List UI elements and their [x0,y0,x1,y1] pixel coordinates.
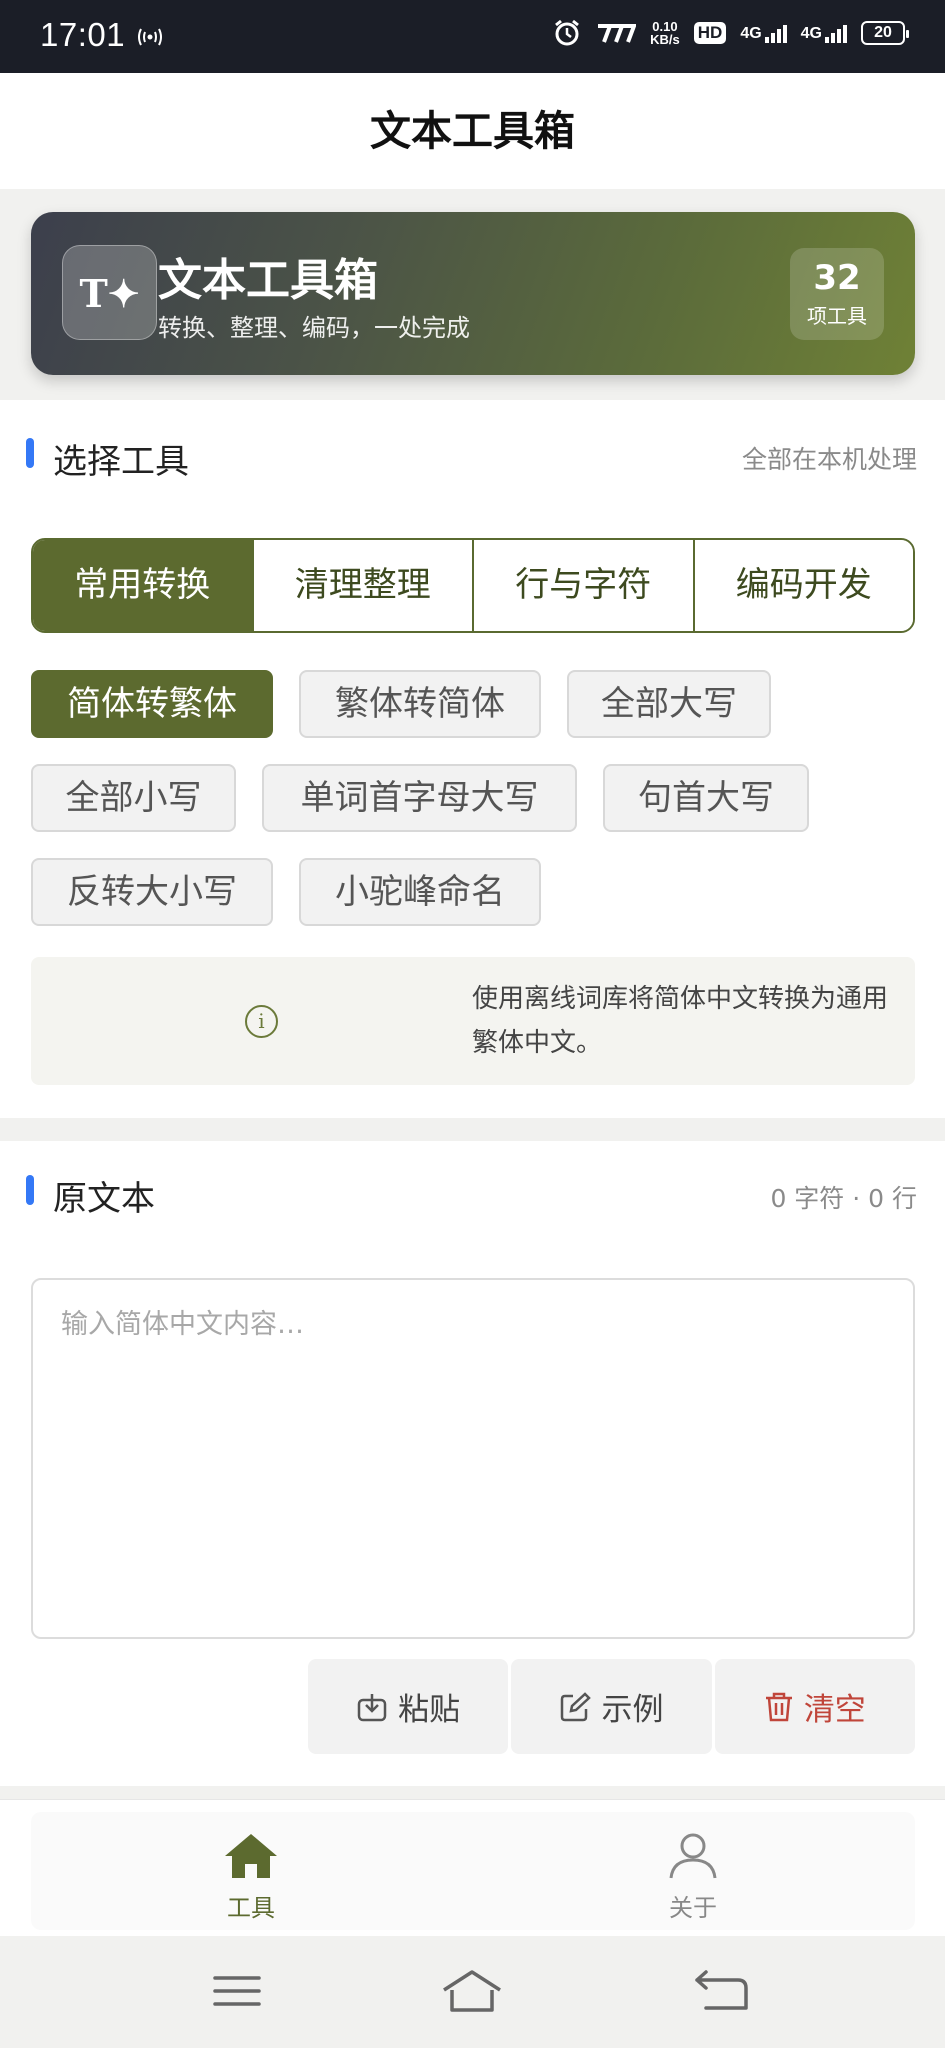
tab-tools[interactable]: 工具 [191,1832,311,1923]
chip-sentence-case[interactable]: 句首大写 [603,764,809,832]
tab-about[interactable]: 关于 [633,1832,753,1923]
home-icon [225,1834,277,1878]
example-label: 示例 [601,1692,664,1728]
app-logo-icon: T✦ [62,245,157,340]
signal-sim2: 4G [801,23,847,43]
clear-label: 清空 [803,1692,866,1728]
title-bar: 文本工具箱 [0,73,945,189]
chip-simplified-to-traditional[interactable]: 简体转繁体 [31,670,273,738]
page-title: 文本工具箱 [370,107,575,155]
home-nav-icon[interactable] [442,1966,502,2016]
tool-description-text: 使用离线词库将简体中文转换为通用繁体中文。 [472,984,889,1058]
section-title: 原文本 [53,1179,155,1219]
clear-button[interactable]: 清空 [714,1659,915,1754]
tab-clean-organize[interactable]: 清理整理 [251,540,472,631]
text-actions: 粘贴 示例 清空 [308,1659,915,1754]
paste-icon [357,1693,387,1721]
section-marker [26,1175,34,1205]
tool-count-badge: 32 项工具 [790,248,884,340]
carrier-icon [598,24,637,43]
status-bar: 17:01 0.10 KB/s HD 4G 4G 20 [0,0,945,73]
tool-count: 32 [813,258,861,298]
battery-icon: 20 [861,21,909,45]
user-icon [669,1833,717,1879]
tab-common-convert[interactable]: 常用转换 [33,540,252,631]
tab-encoding-dev[interactable]: 编码开发 [692,540,913,631]
hero-subtitle: 转换、整理、编码，一处完成 [158,314,470,342]
chip-traditional-to-simplified[interactable]: 繁体转简体 [299,670,541,738]
vibrate-icon [138,28,162,46]
trash-icon [765,1692,792,1721]
tool-selection-card: 选择工具 全部在本机处理 常用转换 清理整理 行与字符 编码开发 简体转繁体 繁… [0,400,945,1118]
menu-icon[interactable] [207,1966,267,2016]
source-text-input[interactable] [31,1278,915,1639]
chip-invert-case[interactable]: 反转大小写 [31,858,273,926]
back-icon[interactable] [692,1966,752,2016]
tool-description: i 使用离线词库将简体中文转换为通用繁体中文。 [31,957,915,1085]
chip-camel-case[interactable]: 小驼峰命名 [299,858,541,926]
info-icon: i [245,1005,278,1038]
paste-label: 粘贴 [398,1692,461,1728]
source-text-card: 原文本 0 字符 · 0 行 粘贴 示例 清空 [0,1141,945,1786]
system-nav-bar [0,1936,945,2048]
chip-title-case[interactable]: 单词首字母大写 [262,764,577,832]
section-title: 选择工具 [53,442,189,482]
signal-sim1: 4G [740,23,787,43]
status-icons: 0.10 KB/s HD 4G 4G 20 [552,18,909,48]
edit-icon [561,1691,592,1721]
net-speed: 0.10 KB/s [650,19,680,47]
tool-count-label: 项工具 [807,304,867,328]
hero-banner: T✦ 文本工具箱 转换、整理、编码，一处完成 32 项工具 [31,212,915,375]
tab-tools-label: 工具 [227,1894,275,1922]
text-stats: 0 字符 · 0 行 [770,1184,917,1213]
category-tabs: 常用转换 清理整理 行与字符 编码开发 [31,538,915,633]
chip-uppercase[interactable]: 全部大写 [567,670,771,738]
local-processing-note: 全部在本机处理 [741,445,917,474]
tab-lines-chars[interactable]: 行与字符 [472,540,693,631]
example-button[interactable]: 示例 [511,1659,712,1754]
alarm-icon [555,19,580,46]
paste-button[interactable]: 粘贴 [308,1659,509,1754]
hero-title: 文本工具箱 [158,255,378,306]
status-time: 17:01 [40,16,126,53]
hd-badge: HD [693,22,727,44]
bottom-tab-bar: 工具 关于 [0,1799,945,1936]
chip-lowercase[interactable]: 全部小写 [31,764,236,832]
section-marker [26,438,34,468]
tab-about-label: 关于 [669,1894,717,1922]
